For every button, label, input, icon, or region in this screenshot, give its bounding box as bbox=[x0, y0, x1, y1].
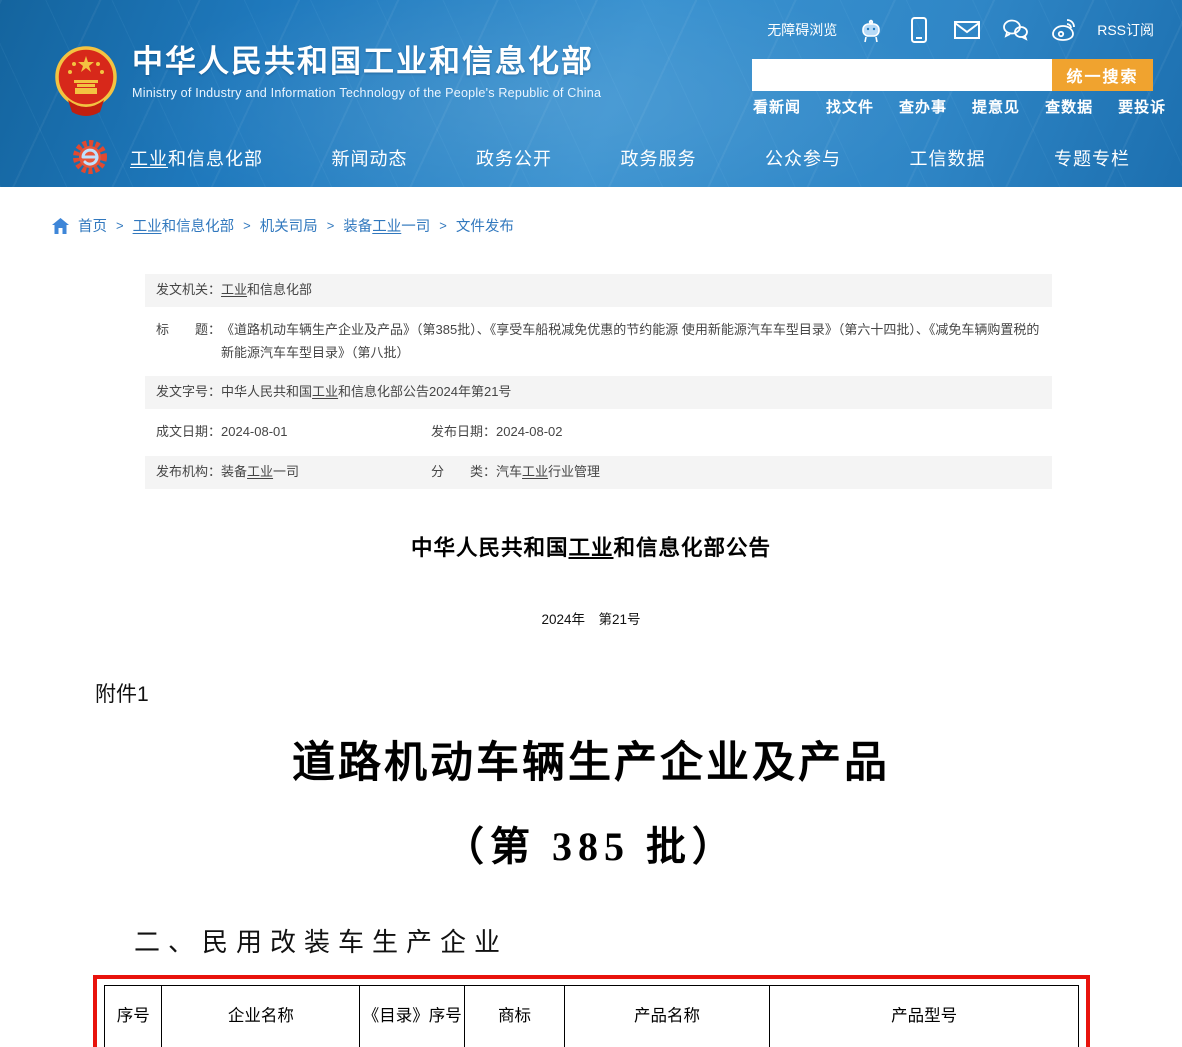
attachment-doc-title-line1: 道路机动车辆生产企业及产品 bbox=[0, 728, 1182, 790]
col-header-product-model: 产品型号 bbox=[770, 985, 1079, 1047]
highlight-red-frame: 序号 企业名称 《目录》序号 商标 产品名称 产品型号 220 安阳猎鹰消防科技… bbox=[93, 975, 1090, 1047]
site-subtitle: Ministry of Industry and Information Tec… bbox=[132, 86, 601, 100]
quick-link-suggest[interactable]: 提意见 bbox=[972, 96, 1020, 117]
col-header-company: 企业名称 bbox=[162, 985, 360, 1047]
product-table-header-row: 序号 企业名称 《目录》序号 商标 产品名称 产品型号 bbox=[105, 985, 1079, 1047]
col-header-seq: 序号 bbox=[105, 985, 162, 1047]
written-date-label: 成文日期： bbox=[156, 421, 221, 444]
issuing-org-label: 发文机关： bbox=[156, 279, 221, 302]
breadcrumb: 首页 > 工业和信息化部 > 机关司局 > 装备工业一司 > 文件发布 bbox=[52, 215, 1182, 236]
meta-row-doc-no: 发文字号： 中华人民共和国工业和信息化部公告2024年第21号 bbox=[145, 376, 1052, 409]
section-heading: 二、民用改装车生产企业 bbox=[134, 922, 1182, 959]
publisher-label: 发布机构： bbox=[156, 461, 221, 484]
doc-meta-title-label: 标 题： bbox=[156, 319, 221, 365]
breadcrumb-separator: > bbox=[116, 218, 124, 233]
breadcrumb-separator: > bbox=[243, 218, 251, 233]
nav-item-gov-open[interactable]: 政务公开 bbox=[476, 145, 552, 171]
publish-date-label: 发布日期： bbox=[431, 421, 496, 444]
nav-item-topics[interactable]: 专题专栏 bbox=[1054, 145, 1130, 171]
doc-meta-title-value: 《道路机动车辆生产企业及产品》（第385批）、《享受车船税减免优惠的节约能源 使… bbox=[221, 319, 1041, 365]
mail-icon[interactable] bbox=[953, 16, 981, 44]
document-meta: 发文机关： 工业和信息化部 标 题： 《道路机动车辆生产企业及产品》（第385批… bbox=[145, 274, 1052, 489]
miit-e-logo-icon bbox=[72, 139, 108, 175]
announcement-title: 中华人民共和国工业和信息化部公告 bbox=[0, 531, 1182, 562]
breadcrumb-home[interactable]: 首页 bbox=[78, 215, 107, 236]
quick-link-data[interactable]: 查数据 bbox=[1045, 96, 1093, 117]
col-header-product-name: 产品名称 bbox=[564, 985, 770, 1047]
announcement-issue-number: 2024年 第21号 bbox=[0, 608, 1182, 628]
product-table: 序号 企业名称 《目录》序号 商标 产品名称 产品型号 220 安阳猎鹰消防科技… bbox=[104, 985, 1079, 1047]
nav-item-news[interactable]: 新闻动态 bbox=[332, 145, 408, 171]
doc-no-value: 中华人民共和国工业和信息化部公告2024年第21号 bbox=[221, 381, 1041, 404]
breadcrumb-separator: > bbox=[439, 218, 447, 233]
meta-row-issuing-org: 发文机关： 工业和信息化部 bbox=[145, 274, 1052, 307]
category-label: 分 类： bbox=[431, 461, 496, 484]
breadcrumb-departments[interactable]: 机关司局 bbox=[260, 215, 318, 236]
weibo-icon[interactable] bbox=[1049, 16, 1077, 44]
nav-item-participation[interactable]: 公众参与 bbox=[765, 145, 841, 171]
breadcrumb-separator: > bbox=[327, 218, 335, 233]
nav-item-miit[interactable]: 工业和信息化部 bbox=[130, 145, 263, 171]
search-input[interactable] bbox=[752, 59, 1052, 91]
utility-bar: 无障碍浏览 bbox=[767, 16, 1154, 44]
robot-mascot-icon[interactable] bbox=[857, 16, 885, 44]
quick-link-complaint[interactable]: 要投诉 bbox=[1118, 96, 1166, 117]
quick-link-news[interactable]: 看新闻 bbox=[753, 96, 801, 117]
quick-link-services[interactable]: 查办事 bbox=[899, 96, 947, 117]
quick-link-files[interactable]: 找文件 bbox=[826, 96, 874, 117]
home-icon[interactable] bbox=[52, 218, 69, 234]
meta-row-publisher: 发布机构： 装备工业一司 分 类： 汽车工业行业管理 bbox=[145, 456, 1052, 489]
breadcrumb-equipment-dept[interactable]: 装备工业一司 bbox=[343, 215, 430, 236]
publish-date-value: 2024-08-02 bbox=[496, 421, 563, 444]
attachment-label: 附件1 bbox=[95, 678, 1182, 708]
quick-links: 看新闻 找文件 查办事 提意见 查数据 要投诉 bbox=[753, 96, 1166, 117]
col-header-brand: 商标 bbox=[465, 985, 564, 1047]
nav-item-gov-service[interactable]: 政务服务 bbox=[621, 145, 697, 171]
site-banner: 无障碍浏览 bbox=[0, 0, 1182, 187]
meta-row-dates: 成文日期： 2024-08-01 发布日期： 2024-08-02 bbox=[145, 416, 1052, 449]
written-date-value: 2024-08-01 bbox=[221, 421, 288, 444]
search-button[interactable]: 统一搜索 bbox=[1052, 59, 1153, 91]
issuing-org-value: 工业和信息化部 bbox=[221, 279, 1041, 302]
site-brand: 中华人民共和国工业和信息化部 Ministry of Industry and … bbox=[54, 44, 601, 116]
category-value: 汽车工业行业管理 bbox=[496, 461, 600, 484]
national-emblem-icon bbox=[54, 44, 118, 116]
meta-row-title: 标 题： 《道路机动车辆生产企业及产品》（第385批）、《享受车船税减免优惠的节… bbox=[145, 314, 1052, 370]
breadcrumb-file-release[interactable]: 文件发布 bbox=[456, 215, 514, 236]
publisher-value: 装备工业一司 bbox=[221, 461, 299, 484]
col-header-catalog-no: 《目录》序号 bbox=[360, 985, 465, 1047]
breadcrumb-miit[interactable]: 工业和信息化部 bbox=[133, 215, 235, 236]
attachment-doc-title-line2: （第 385 批） bbox=[0, 814, 1182, 872]
main-nav: 工业和信息化部 新闻动态 政务公开 政务服务 公众参与 工信数据 专题专栏 bbox=[0, 129, 1182, 187]
doc-no-label: 发文字号： bbox=[156, 381, 221, 404]
mobile-icon[interactable] bbox=[905, 16, 933, 44]
rss-link[interactable]: RSS订阅 bbox=[1097, 20, 1154, 40]
wechat-icon[interactable] bbox=[1001, 16, 1029, 44]
site-title: 中华人民共和国工业和信息化部 bbox=[132, 44, 601, 80]
search-box: 统一搜索 bbox=[752, 59, 1153, 91]
nav-item-data[interactable]: 工信数据 bbox=[910, 145, 986, 171]
accessibility-link[interactable]: 无障碍浏览 bbox=[767, 20, 837, 40]
